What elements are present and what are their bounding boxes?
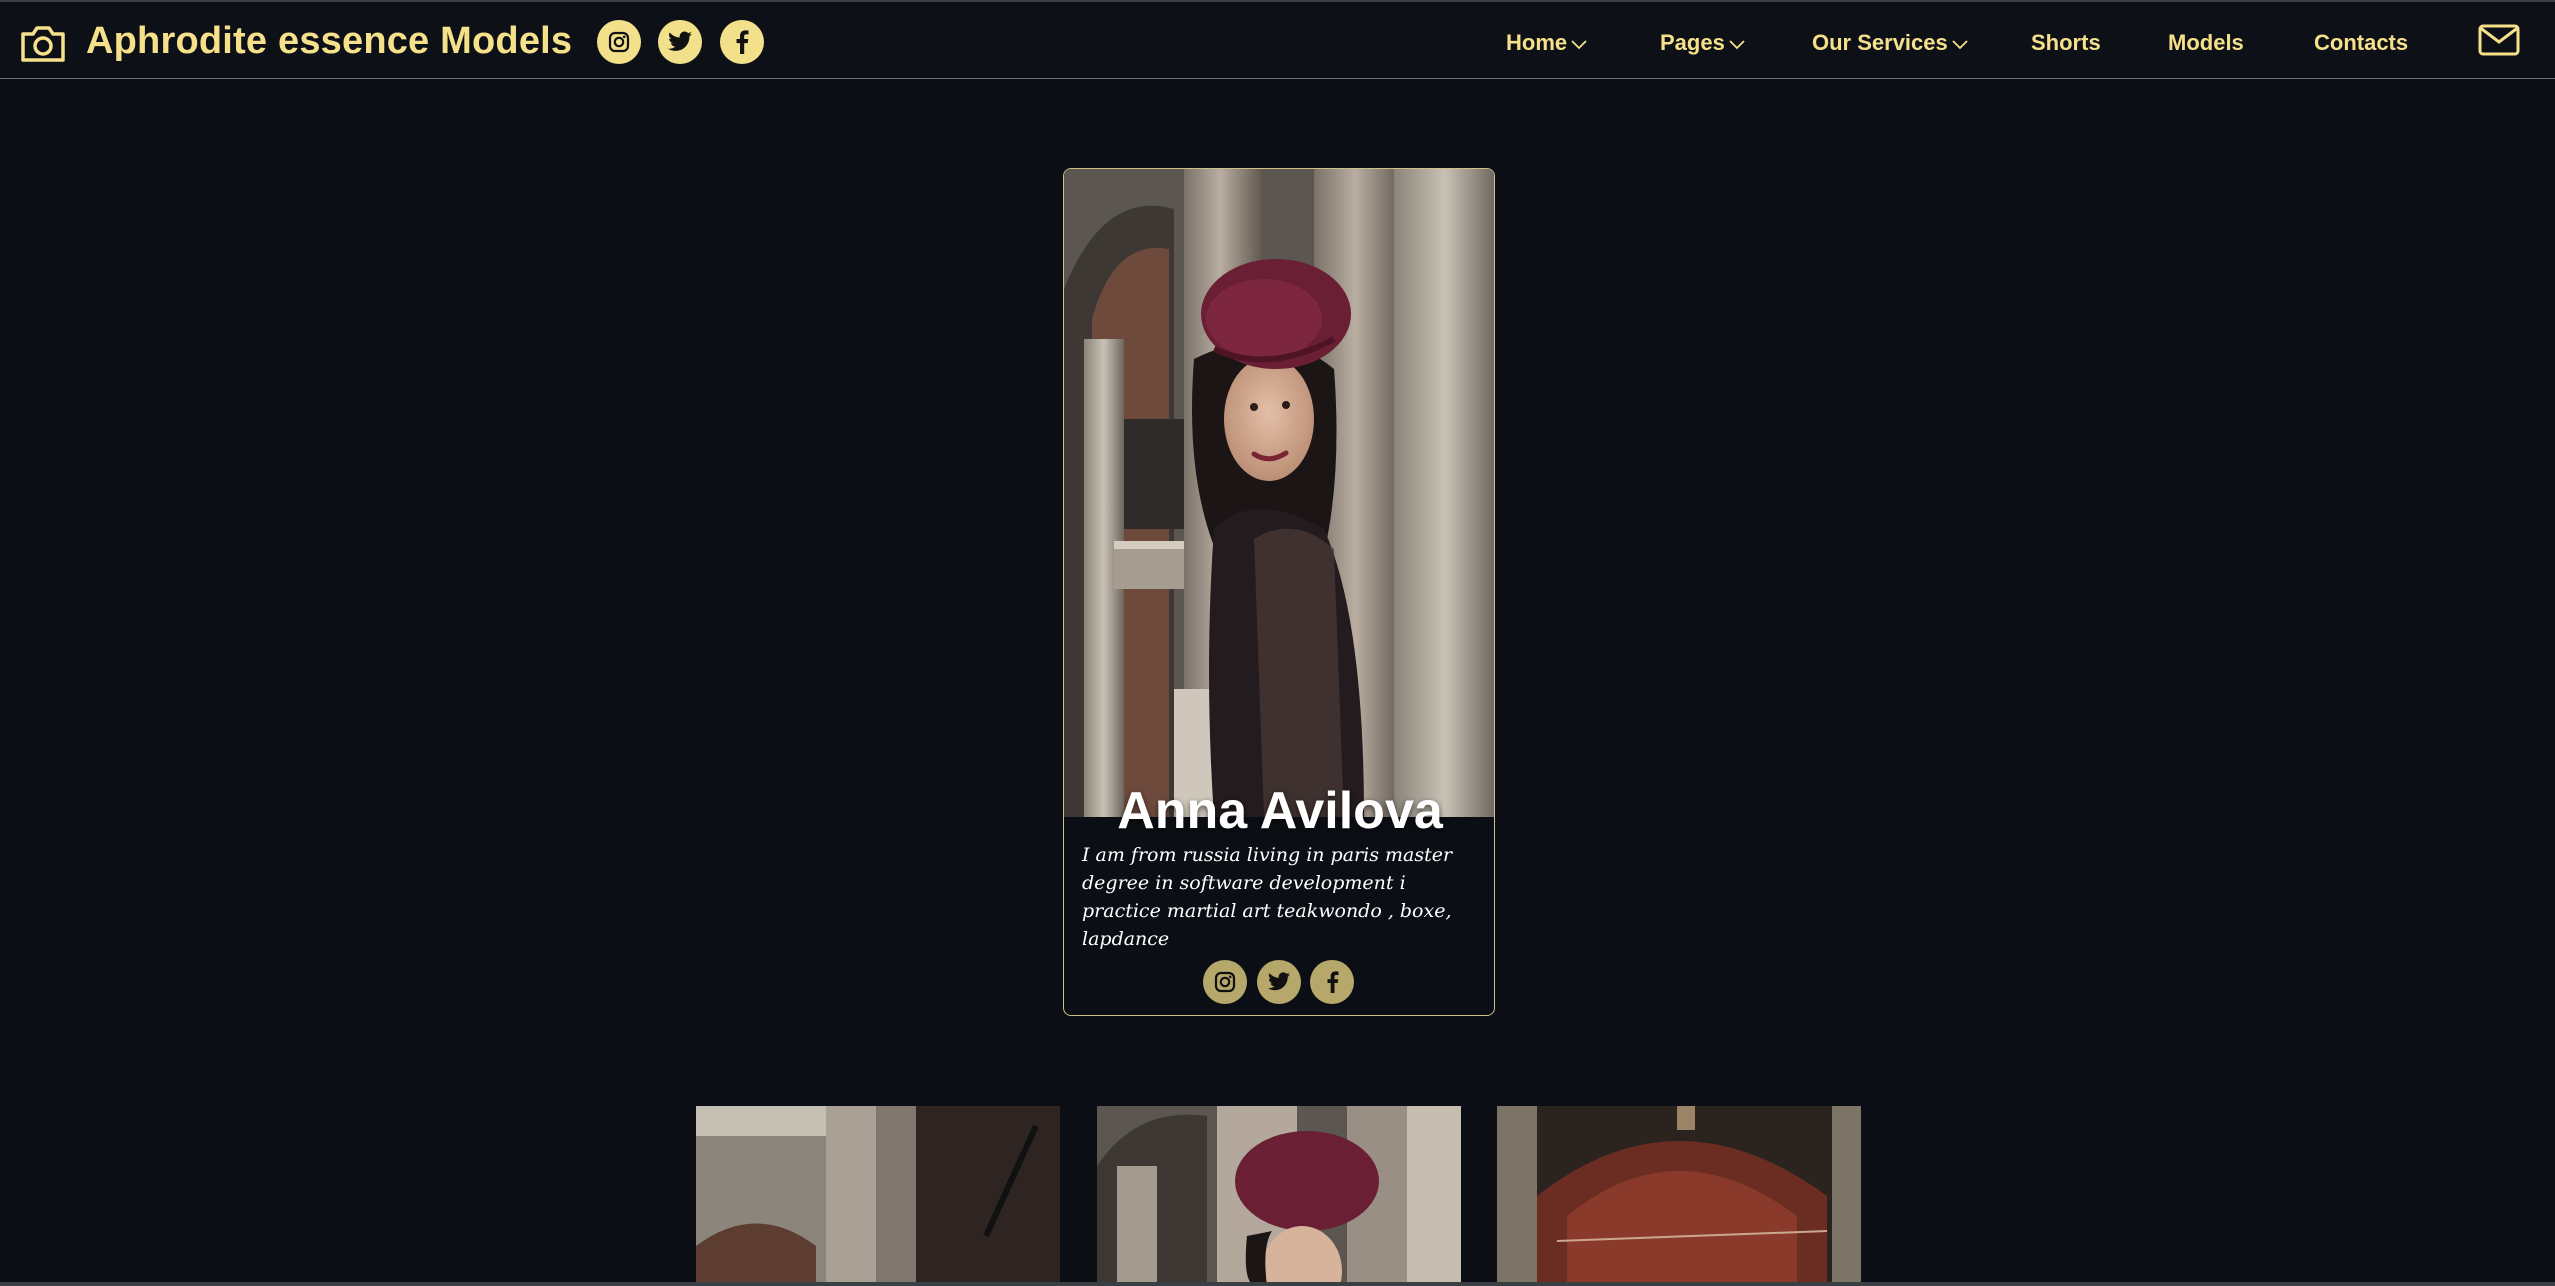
instagram-icon [1214,971,1236,993]
nav-contacts[interactable]: Contacts [2314,30,2408,56]
nav-pages[interactable]: Pages [1660,30,1745,56]
nav-shorts[interactable]: Shorts [2031,30,2101,56]
nav-contacts-label: Contacts [2314,30,2409,55]
chevron-down-icon [1952,40,1968,50]
twitter-icon [668,31,692,51]
envelope-icon[interactable] [2478,24,2520,56]
bottom-scroll-edge [0,1282,2555,1286]
gallery-thumbnail-1[interactable] [696,1106,1060,1286]
card-twitter-button[interactable] [1257,960,1301,1004]
nav-models[interactable]: Models [2168,30,2244,56]
header-facebook-button[interactable] [720,20,764,64]
header-twitter-button[interactable] [658,20,702,64]
model-bio: I am from russia living in paris master … [1082,844,1453,950]
nav-shorts-label: Shorts [2031,30,2101,55]
camera-icon[interactable] [19,22,67,64]
nav-our-services[interactable]: Our Services [1812,30,1968,56]
facebook-icon [736,30,749,54]
nav-pages-label: Pages [1660,30,1725,55]
top-navbar: Aphrodite essence Models Home Pages Our … [0,0,2555,79]
nav-our-services-label: Our Services [1812,30,1948,55]
facebook-icon [1327,971,1338,993]
model-name: Anna Avilova [1117,782,1443,840]
nav-home[interactable]: Home [1506,30,1587,56]
model-card: Anna Avilova I am from russia living in … [1063,168,1495,1016]
gallery-thumbnail-2[interactable] [1097,1106,1461,1286]
instagram-icon [608,31,630,53]
chevron-down-icon [1571,40,1587,50]
nav-models-label: Models [2168,30,2244,55]
header-instagram-button[interactable] [597,20,641,64]
card-facebook-button[interactable] [1310,960,1354,1004]
brand-title[interactable]: Aphrodite essence Models [86,20,572,63]
gallery-thumbnail-3[interactable] [1497,1106,1861,1286]
chevron-down-icon [1729,40,1745,50]
twitter-icon [1268,972,1290,991]
nav-home-label: Home [1506,30,1568,55]
card-instagram-button[interactable] [1203,960,1247,1004]
model-photo[interactable] [1064,169,1495,817]
